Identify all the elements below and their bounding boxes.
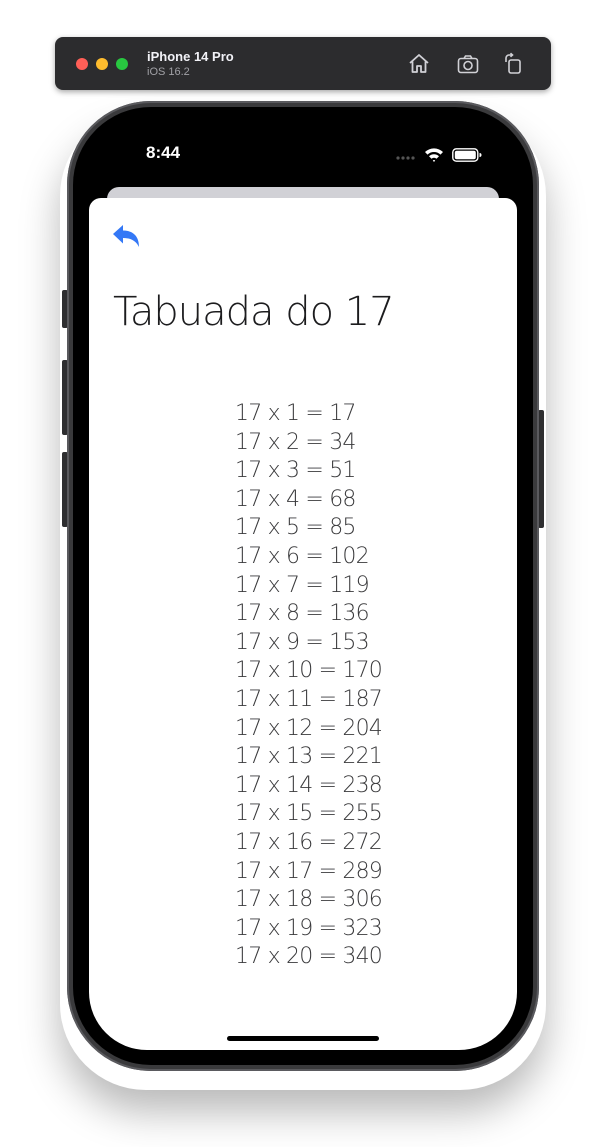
list-item: 17 x 12 = 204 [235, 715, 383, 741]
dynamic-island [237, 136, 371, 174]
device-name: iPhone 14 Pro [147, 49, 234, 64]
list-item: 17 x 5 = 85 [235, 515, 356, 541]
list-item: 17 x 15 = 255 [235, 801, 383, 827]
list-item: 17 x 10 = 170 [235, 658, 383, 684]
cellular-signal-icon [396, 156, 415, 160]
minimize-window-button[interactable] [96, 58, 108, 70]
rotate-icon[interactable] [501, 52, 525, 76]
simulator-titlebar: iPhone 14 Pro iOS 16.2 [55, 37, 551, 90]
list-item: 17 x 8 = 136 [235, 601, 370, 627]
list-item: 17 x 11 = 187 [235, 686, 383, 712]
multiplication-table: 17 x 1 = 17 17 x 2 = 34 17 x 3 = 51 17 x… [235, 400, 383, 972]
home-indicator[interactable] [227, 1036, 379, 1041]
home-icon[interactable] [407, 52, 431, 76]
app-screen: Tabuada do 17 17 x 1 = 17 17 x 2 = 34 17… [89, 198, 517, 1050]
page-title: Tabuada do 17 [113, 289, 395, 335]
list-item: 17 x 6 = 102 [235, 543, 370, 569]
list-item: 17 x 18 = 306 [235, 887, 383, 913]
list-item: 17 x 14 = 238 [235, 772, 383, 798]
list-item: 17 x 13 = 221 [235, 744, 383, 770]
list-item: 17 x 17 = 289 [235, 858, 383, 884]
list-item: 17 x 4 = 68 [235, 486, 356, 512]
device-os-version: iOS 16.2 [147, 66, 190, 78]
list-item: 17 x 9 = 153 [235, 629, 370, 655]
wifi-icon [425, 148, 443, 162]
status-time: 8:44 [146, 143, 181, 162]
list-item: 17 x 20 = 340 [235, 944, 383, 970]
list-item: 17 x 3 = 51 [235, 458, 356, 484]
close-window-button[interactable] [76, 58, 88, 70]
list-item: 17 x 16 = 272 [235, 829, 383, 855]
list-item: 17 x 7 = 119 [235, 572, 370, 598]
screenshot-icon[interactable] [456, 52, 480, 76]
list-item: 17 x 2 = 34 [235, 429, 356, 455]
zoom-window-button[interactable] [116, 58, 128, 70]
status-icons [396, 148, 482, 162]
battery-icon [452, 148, 482, 162]
back-arrow-icon[interactable] [109, 222, 143, 252]
list-item: 17 x 19 = 323 [235, 915, 383, 941]
list-item: 17 x 1 = 17 [235, 401, 356, 426]
